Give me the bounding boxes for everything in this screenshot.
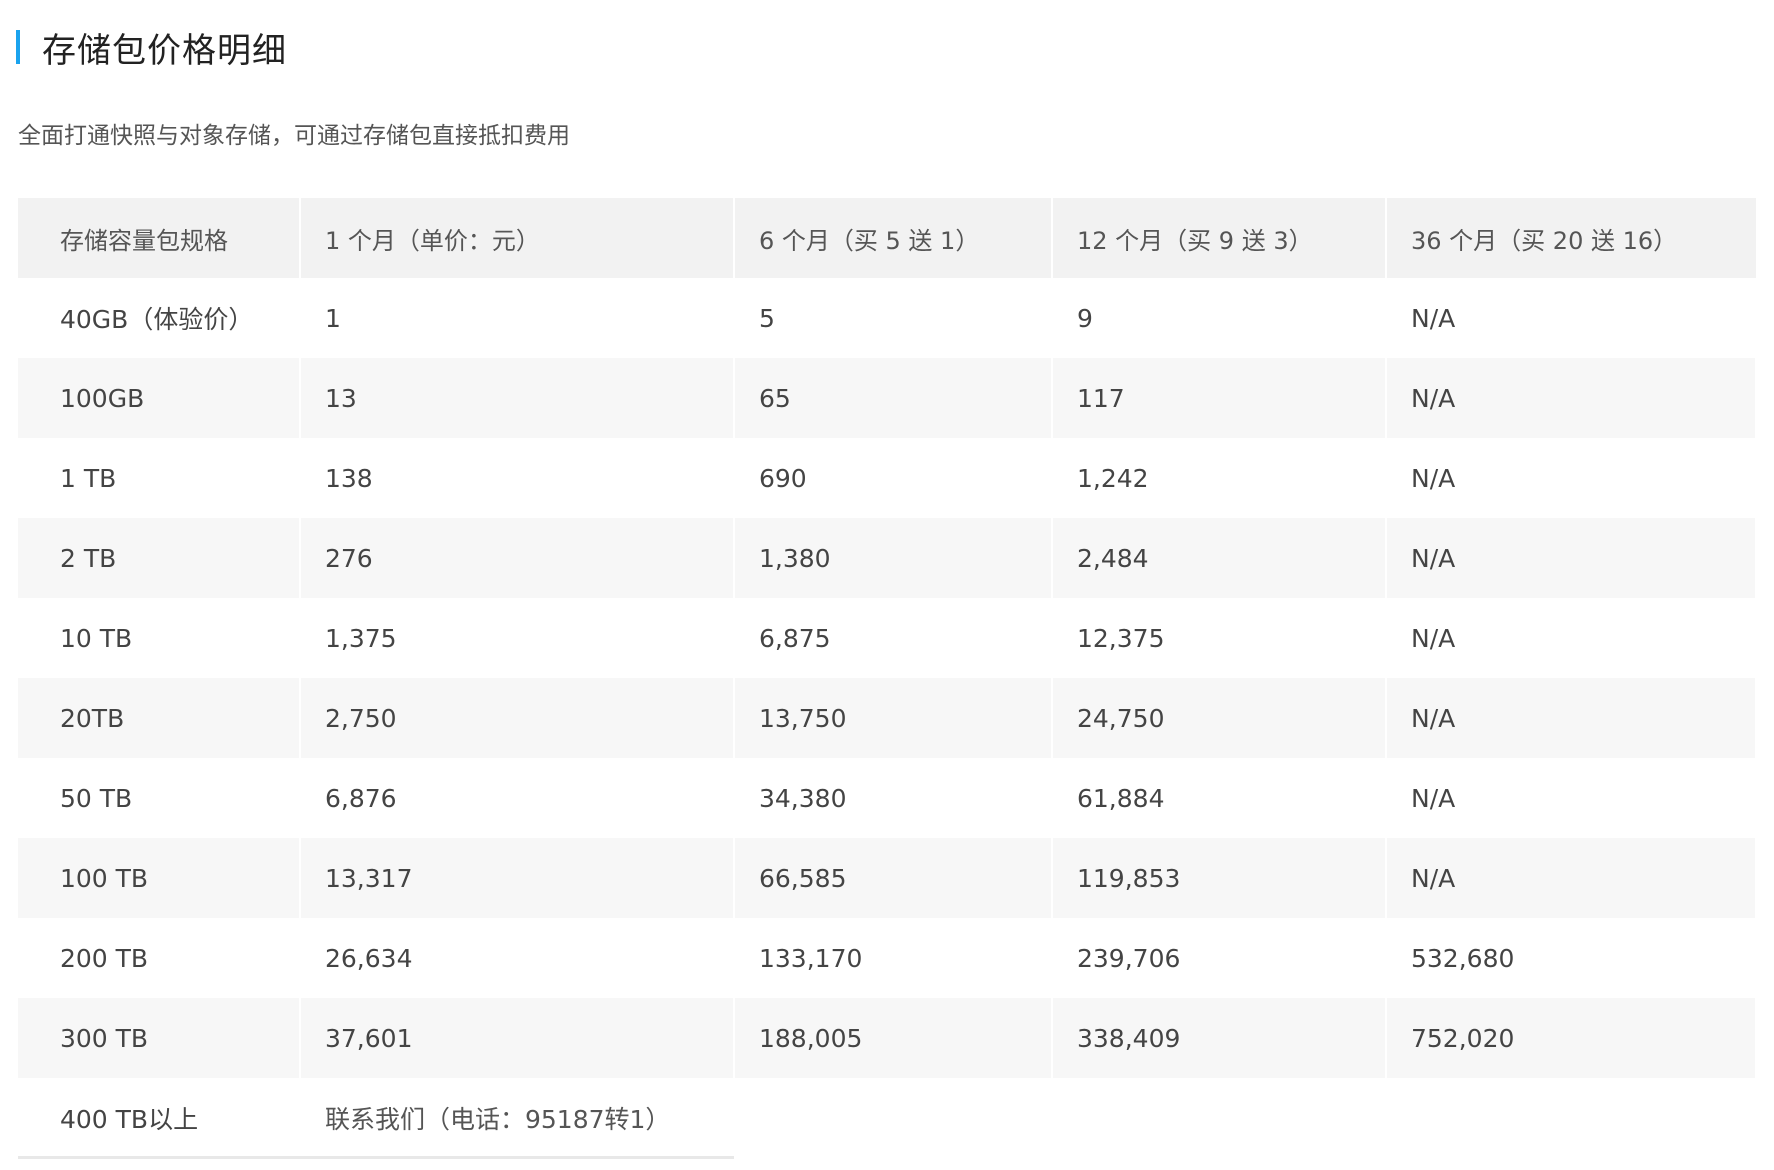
table-cell-6-months: 690 (734, 438, 1053, 518)
table-cell-spec: 10 TB (18, 598, 301, 678)
table-cell-6-months: 188,005 (734, 998, 1053, 1078)
table-body: 40GB（体验价） 1 5 9 N/A 100GB 13 65 117 N/A 1 TB 138 690… (18, 278, 1757, 1158)
table-cell-spec: 1 TB (18, 438, 301, 518)
column-header-12-months: 12 个月（买 9 送 3） (1052, 198, 1387, 278)
table-cell-6-months: 1,380 (734, 518, 1053, 598)
table-cell-6-months: 5 (734, 278, 1053, 358)
table-cell-6-months: 34,380 (734, 758, 1053, 838)
table-cell-36-months: N/A (1386, 758, 1757, 838)
table-cell-1-month: 276 (300, 518, 735, 598)
table-cell-spec: 2 TB (18, 518, 301, 598)
title-accent-bar (16, 30, 20, 64)
column-header-36-months: 36 个月（买 20 送 16） (1411, 226, 1678, 255)
table-cell-1-month: 26,634 (300, 918, 735, 998)
table-cell-12-months: 9 (1052, 278, 1387, 358)
page-subtitle: 全面打通快照与对象存储，可通过存储包直接抵扣费用 (18, 123, 570, 149)
table-cell-6-months: 133,170 (734, 918, 1053, 998)
table-cell-6-months: 65 (734, 358, 1053, 438)
table-cell-36-months: N/A (1386, 278, 1757, 358)
contact-us-text: 联系我们（电话：95187转1） (300, 1078, 1053, 1158)
column-header-1-month: 1 个月（单价：元） (300, 198, 735, 278)
section-header: 存储包价格明细 (16, 24, 287, 71)
table-cell-12-months: 239,706 (1052, 918, 1387, 998)
table-cell-12-months: 119,853 (1052, 838, 1387, 918)
table-cell-6-months: 6,875 (734, 598, 1053, 678)
table-cell-36-months: N/A (1386, 438, 1757, 518)
table-row: 20TB 2,750 13,750 24,750 N/A (18, 678, 1757, 758)
table-cell-spec: 200 TB (18, 918, 301, 998)
column-header-spec: 存储容量包规格 (18, 198, 301, 278)
table-cell-1-month: 2,750 (300, 678, 735, 758)
table-cell-empty (1386, 1078, 1757, 1158)
table-cell-spec: 40GB（体验价） (18, 278, 301, 358)
table-header-row: 存储容量包规格 1 个月（单价：元） 6 个月（买 5 送 1） 12 个月（买… (18, 198, 1756, 278)
table-cell-12-months: 117 (1052, 358, 1387, 438)
table-cell-1-month: 6,876 (300, 758, 735, 838)
table-cell-spec: 100GB (18, 358, 301, 438)
table-cell-12-months: 61,884 (1052, 758, 1387, 838)
table-row-contact: 400 TB以上 联系我们（电话：95187转1） (18, 1078, 1757, 1158)
table-bottom-divider (18, 1156, 734, 1159)
table-cell-spec: 50 TB (18, 758, 301, 838)
table-cell-1-month: 37,601 (300, 998, 735, 1078)
table-row: 200 TB 26,634 133,170 239,706 532,680 (18, 918, 1757, 998)
table-cell-36-months: 752,020 (1386, 998, 1757, 1078)
table-cell-36-months: N/A (1386, 518, 1757, 598)
table-row: 100GB 13 65 117 N/A (18, 358, 1757, 438)
table-cell-6-months: 13,750 (734, 678, 1053, 758)
table-cell-36-months: N/A (1386, 678, 1757, 758)
table-row: 100 TB 13,317 66,585 119,853 N/A (18, 838, 1757, 918)
table-cell-12-months: 338,409 (1052, 998, 1387, 1078)
table-cell-1-month: 13 (300, 358, 735, 438)
table-cell-36-months: N/A (1386, 598, 1757, 678)
table-row: 40GB（体验价） 1 5 9 N/A (18, 278, 1757, 358)
table-cell-12-months: 24,750 (1052, 678, 1387, 758)
page-title: 存储包价格明细 (42, 30, 287, 71)
table-cell-empty (1052, 1078, 1387, 1158)
table-cell-12-months: 2,484 (1052, 518, 1387, 598)
table-cell-36-months: N/A (1386, 358, 1757, 438)
table-cell-6-months: 66,585 (734, 838, 1053, 918)
table-cell-12-months: 12,375 (1052, 598, 1387, 678)
pricing-table: 存储容量包规格 1 个月（单价：元） 6 个月（买 5 送 1） 12 个月（买… (18, 198, 1757, 1158)
table-cell-spec: 20TB (18, 678, 301, 758)
table-cell-spec: 100 TB (18, 838, 301, 918)
table-cell-1-month: 138 (300, 438, 735, 518)
table-cell-1-month: 13,317 (300, 838, 735, 918)
table-cell-spec: 400 TB以上 (18, 1078, 301, 1158)
column-header-6-months: 6 个月（买 5 送 1） (734, 198, 1053, 278)
table-row: 50 TB 6,876 34,380 61,884 N/A (18, 758, 1757, 838)
table-row: 2 TB 276 1,380 2,484 N/A (18, 518, 1757, 598)
table-cell-36-months: 532,680 (1386, 918, 1757, 998)
table-cell-12-months: 1,242 (1052, 438, 1387, 518)
table-row: 10 TB 1,375 6,875 12,375 N/A (18, 598, 1757, 678)
table-row: 1 TB 138 690 1,242 N/A (18, 438, 1757, 518)
table-cell-1-month: 1 (300, 278, 735, 358)
table-row: 300 TB 37,601 188,005 338,409 752,020 (18, 998, 1757, 1078)
table-cell-1-month: 1,375 (300, 598, 735, 678)
table-cell-spec: 300 TB (18, 998, 301, 1078)
table-cell-36-months: N/A (1386, 838, 1757, 918)
